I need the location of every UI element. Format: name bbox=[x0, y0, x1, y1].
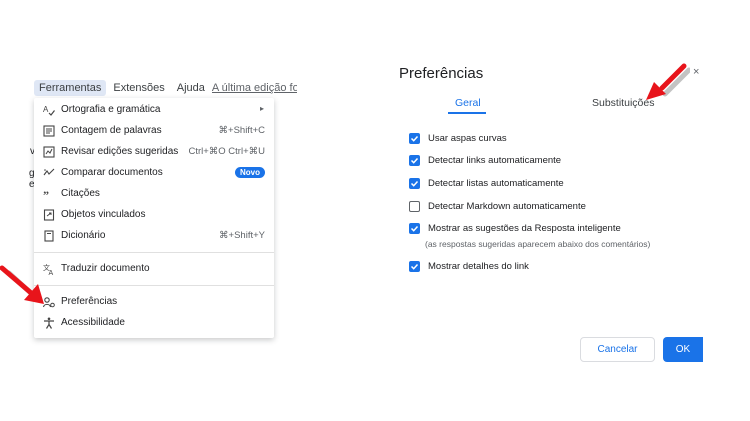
menu-item-label: Dicionário bbox=[61, 230, 106, 241]
menu-item-label: Ortografia e gramática bbox=[61, 104, 161, 115]
menu-item-label: Traduzir documento bbox=[61, 263, 150, 274]
menu-item-translate[interactable]: 文 A Traduzir documento bbox=[34, 259, 274, 279]
option-detect-links[interactable]: Detectar links automaticamente bbox=[409, 153, 561, 167]
menu-divider bbox=[34, 252, 274, 253]
menu-extensoes[interactable]: Extensões bbox=[108, 80, 169, 96]
checkbox-checked[interactable] bbox=[409, 260, 420, 272]
option-detect-lists[interactable]: Detectar listas automaticamente bbox=[409, 176, 564, 190]
checkbox-checked[interactable] bbox=[409, 177, 420, 189]
menu-item-linked-objects[interactable]: Objetos vinculados bbox=[34, 205, 274, 225]
checkbox-checked[interactable] bbox=[409, 132, 420, 144]
dialog-title: Preferências bbox=[399, 65, 484, 82]
option-label: Mostrar detalhes do link bbox=[428, 260, 529, 272]
dictionary-icon bbox=[44, 230, 54, 242]
option-smart-reply[interactable]: Mostrar as sugestões da Resposta intelig… bbox=[409, 221, 621, 235]
menu-item-label: Revisar edições sugeridas bbox=[61, 146, 179, 157]
menu-item-label: Objetos vinculados bbox=[61, 209, 146, 220]
menu-item-compare-documents[interactable]: Comparar documentos Novo bbox=[34, 163, 274, 183]
menu-item-review-edits[interactable]: Revisar edições sugeridas Ctrl+⌘O Ctrl+⌘… bbox=[34, 142, 274, 162]
tools-menu: A Ortografia e gramática ▸ Contagem de p… bbox=[34, 98, 274, 338]
accessibility-icon bbox=[44, 317, 54, 329]
menu-divider bbox=[34, 285, 274, 286]
menu-item-word-count[interactable]: Contagem de palavras ⌘+Shift+C bbox=[34, 121, 274, 141]
checkbox-checked[interactable] bbox=[409, 222, 420, 234]
menu-item-shortcut: ⌘+Shift+C bbox=[218, 125, 265, 136]
option-label: Usar aspas curvas bbox=[428, 132, 507, 144]
menu-ferramentas[interactable]: Ferramentas bbox=[34, 80, 107, 96]
menu-bar: Ferramentas Extensões Ajuda A última edi… bbox=[34, 78, 297, 98]
spellcheck-icon: A bbox=[43, 105, 55, 116]
svg-text:”: ” bbox=[43, 188, 49, 200]
check-icon bbox=[410, 225, 419, 232]
menu-item-label: Comparar documentos bbox=[61, 167, 163, 178]
menu-item-preferences[interactable]: Preferências bbox=[34, 292, 274, 312]
menu-item-shortcut: ⌘+Shift+Y bbox=[219, 230, 265, 241]
active-tab-indicator bbox=[448, 112, 486, 114]
tab-geral[interactable]: Geral bbox=[455, 97, 481, 109]
menu-item-spelling[interactable]: A Ortografia e gramática ▸ bbox=[34, 100, 274, 120]
chevron-right-icon: ▸ bbox=[259, 104, 264, 113]
new-badge: Novo bbox=[235, 167, 265, 178]
check-icon bbox=[410, 157, 419, 164]
option-label: Detectar links automaticamente bbox=[428, 154, 562, 166]
option-note: (as respostas sugeridas aparecem abaixo … bbox=[425, 239, 651, 249]
option-label: Detectar Markdown automaticamente bbox=[428, 200, 586, 212]
menu-item-label: Contagem de palavras bbox=[61, 125, 162, 136]
menu-ajuda[interactable]: Ajuda bbox=[172, 80, 210, 96]
check-icon bbox=[410, 263, 419, 270]
checkbox-unchecked[interactable] bbox=[409, 200, 420, 212]
cancel-button[interactable]: Cancelar bbox=[580, 337, 655, 362]
last-edit-link[interactable]: A última edição foi f bbox=[212, 82, 297, 94]
compare-icon bbox=[43, 168, 55, 176]
quote-icon: ” bbox=[43, 188, 49, 200]
review-edits-icon bbox=[43, 146, 55, 158]
red-arrow-icon bbox=[646, 63, 690, 100]
red-arrow-icon bbox=[0, 265, 44, 304]
svg-text:A: A bbox=[43, 105, 49, 114]
menu-item-dictionary[interactable]: Dicionário ⌘+Shift+Y bbox=[34, 226, 274, 246]
option-label: Detectar listas automaticamente bbox=[428, 177, 564, 189]
option-detect-markdown[interactable]: Detectar Markdown automaticamente bbox=[409, 199, 586, 213]
menu-item-label: Preferências bbox=[61, 296, 118, 307]
menu-item-shortcut: Ctrl+⌘O Ctrl+⌘U bbox=[188, 146, 265, 157]
linked-objects-icon bbox=[43, 209, 55, 221]
menu-item-accessibility[interactable]: Acessibilidade bbox=[34, 313, 274, 333]
menu-item-label: Citações bbox=[61, 188, 100, 199]
close-icon[interactable]: × bbox=[693, 66, 699, 78]
check-icon bbox=[410, 135, 419, 142]
menu-item-label: Acessibilidade bbox=[61, 317, 125, 328]
checkbox-checked[interactable] bbox=[409, 154, 420, 166]
word-count-icon bbox=[43, 125, 55, 137]
option-curly-quotes[interactable]: Usar aspas curvas bbox=[409, 131, 507, 145]
option-link-details[interactable]: Mostrar detalhes do link bbox=[409, 259, 529, 273]
check-icon bbox=[410, 180, 419, 187]
menu-item-citations[interactable]: ” Citações bbox=[34, 184, 274, 204]
ok-button[interactable]: OK bbox=[663, 337, 703, 362]
option-label: Mostrar as sugestões da Resposta intelig… bbox=[428, 222, 621, 234]
